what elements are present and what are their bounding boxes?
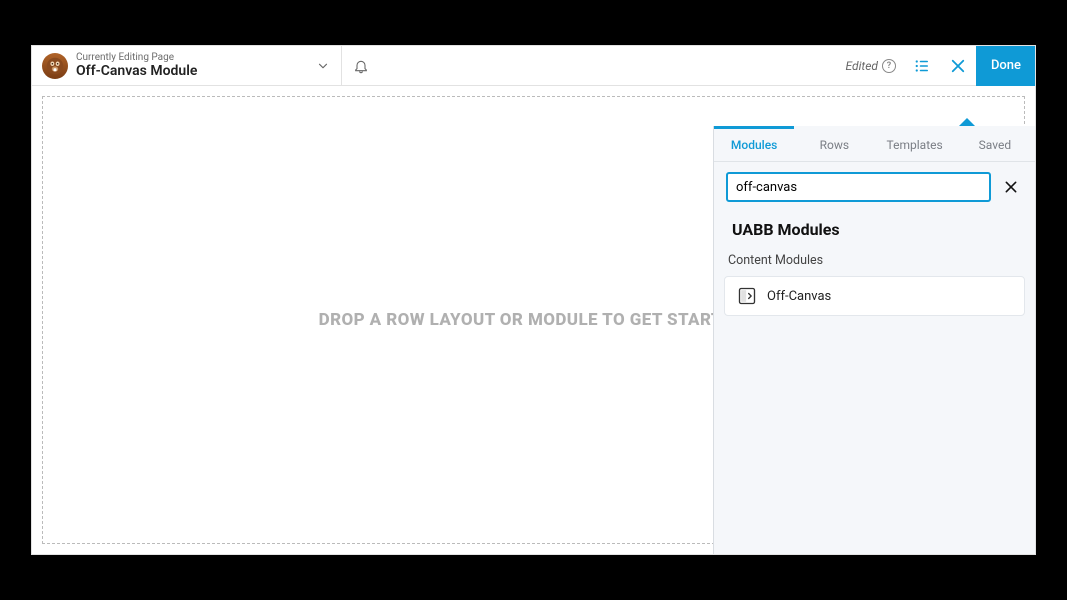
app-window: Currently Editing Page Off-Canvas Module… (31, 45, 1036, 555)
tab-templates[interactable]: Templates (875, 126, 955, 161)
title-block[interactable]: Currently Editing Page Off-Canvas Module (32, 46, 342, 86)
panel-tabs: Modules Rows Templates Saved (714, 126, 1035, 162)
edited-status[interactable]: Edited ? (846, 59, 904, 73)
tab-rows[interactable]: Rows (794, 126, 874, 161)
top-toolbar: Currently Editing Page Off-Canvas Module… (32, 46, 1035, 86)
canvas-area: DROP A ROW LAYOUT OR MODULE TO GET START… (32, 86, 1035, 554)
outline-icon (913, 57, 931, 75)
module-item-off-canvas[interactable]: Off-Canvas (724, 276, 1025, 316)
help-icon: ? (882, 59, 896, 73)
drop-zone-message: DROP A ROW LAYOUT OR MODULE TO GET START… (319, 310, 749, 330)
done-button[interactable]: Done (976, 46, 1035, 86)
tab-modules[interactable]: Modules (714, 126, 794, 161)
page-title: Off-Canvas Module (76, 63, 197, 79)
editing-context-label: Currently Editing Page (76, 52, 197, 64)
title-chevron-button[interactable] (304, 46, 342, 86)
done-label: Done (991, 58, 1021, 73)
tab-saved[interactable]: Saved (955, 126, 1035, 161)
beaver-logo-icon (42, 53, 68, 79)
search-input[interactable] (726, 172, 991, 202)
off-canvas-icon (737, 286, 757, 306)
bell-icon (353, 58, 369, 74)
search-row (714, 162, 1035, 210)
modules-group-label: Content Modules (714, 247, 1035, 276)
notifications-button[interactable] (342, 46, 380, 86)
close-icon (949, 57, 967, 75)
edited-label: Edited (846, 59, 878, 73)
module-item-label: Off-Canvas (767, 289, 831, 304)
outline-panel-button[interactable] (904, 46, 940, 86)
chevron-down-icon (316, 59, 330, 73)
content-panel: Modules Rows Templates Saved UABB Module… (713, 126, 1035, 554)
search-clear-button[interactable] (999, 175, 1023, 199)
close-panel-button[interactable] (940, 46, 976, 86)
close-icon (1003, 179, 1019, 195)
modules-section-title: UABB Modules (714, 210, 1035, 247)
